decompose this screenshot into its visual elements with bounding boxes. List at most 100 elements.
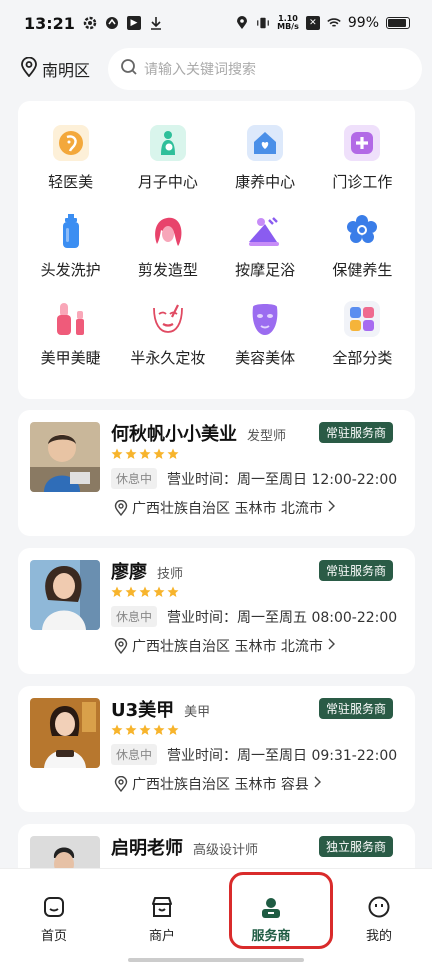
category-hair-wash[interactable]: 头发洗护	[22, 213, 119, 289]
search-input[interactable]: 请输入关键词搜索	[108, 48, 422, 90]
nav-home[interactable]: 首页	[24, 895, 84, 944]
category-label: 门诊工作	[332, 173, 393, 191]
category-hair-styling[interactable]: 剪发造型	[119, 213, 216, 289]
category-beauty-body[interactable]: 美容美体	[217, 301, 314, 377]
play-store-icon: ▶	[126, 16, 141, 30]
resident-provider-badge: 常驻服务商	[318, 560, 393, 581]
status-left: 13:21 ▶	[24, 14, 163, 33]
massage-icon	[247, 213, 283, 249]
chevron-right-icon	[327, 638, 335, 654]
category-grid: 轻医美 月子中心 康养中心 门诊工作 头发洗护 剪发造型 按摩足浴 保健养生 美…	[18, 101, 415, 377]
star-icon	[139, 586, 151, 597]
chevron-right-icon	[327, 500, 335, 516]
category-permanent-makeup[interactable]: 半永久定妆	[119, 301, 216, 377]
search-row: 南明区 请输入关键词搜索	[0, 46, 432, 92]
shampoo-bottle-icon	[53, 213, 89, 249]
network-speed: 1.10 MB/s	[277, 14, 299, 31]
category-label: 轻医美	[48, 173, 94, 191]
battery-icon	[386, 17, 410, 29]
category-wellness-center[interactable]: 康养中心	[217, 125, 314, 201]
business-hours: 营业时间：周一至周五 08:00-22:00	[167, 609, 398, 626]
download-icon	[149, 16, 163, 30]
nav-mine[interactable]: 我的	[349, 895, 409, 944]
shop-card[interactable]: 廖廖 技师 常驻服务商 休息中 营业时间：周一至周五 08:00-22:00 广…	[18, 548, 415, 674]
star-icon	[167, 586, 179, 597]
shop-role: 美甲	[184, 705, 211, 720]
gear-icon	[83, 16, 97, 30]
category-grid-card: 轻医美 月子中心 康养中心 门诊工作 头发洗护 剪发造型 按摩足浴 保健养生 美…	[18, 101, 415, 399]
shop-status-row: 休息中 营业时间：周一至周五 08:00-22:00	[111, 606, 397, 627]
shop-role: 高级设计师	[193, 843, 259, 858]
category-massage-foot-bath[interactable]: 按摩足浴	[217, 213, 314, 289]
address-text: 广西壮族自治区 玉林市 北流市	[132, 639, 323, 655]
star-icon	[111, 448, 123, 459]
shop-role: 发型师	[247, 429, 287, 444]
rating-stars	[111, 586, 179, 598]
sim-x-icon: ✕	[305, 16, 320, 30]
shop-role: 技师	[157, 567, 184, 582]
category-light-medical-beauty[interactable]: 轻医美	[22, 125, 119, 201]
shop-name: 启明老师	[111, 838, 183, 859]
category-label: 美容美体	[235, 349, 296, 367]
category-label: 按摩足浴	[235, 261, 296, 279]
rating-stars	[111, 724, 179, 736]
status-bar: 13:21 ▶ 1.10 MB/s ✕ 99%	[0, 0, 432, 46]
location-pin-icon	[20, 56, 38, 81]
shop-card[interactable]: U3美甲 美甲 常驻服务商 休息中 营业时间：周一至周日 09:31-22:00…	[18, 686, 415, 812]
all-categories-icon	[344, 301, 381, 337]
shop-name: 何秋帆小小美业	[111, 424, 237, 445]
nav-provider[interactable]: 服务商	[241, 895, 301, 944]
shop-title-row: U3美甲 美甲	[111, 696, 210, 722]
category-label: 美甲美睫	[40, 349, 101, 367]
location-selector[interactable]: 南明区	[20, 56, 108, 81]
shop-address[interactable]: 广西壮族自治区 玉林市 容县	[114, 774, 321, 794]
category-nail-lash[interactable]: 美甲美睫	[22, 301, 119, 377]
bottom-nav: 首页 商户 服务商 我的	[0, 868, 432, 964]
rest-status-tag: 休息中	[111, 468, 158, 489]
store-icon	[152, 897, 172, 917]
nav-label: 首页	[40, 929, 67, 944]
category-confinement-center[interactable]: 月子中心	[119, 125, 216, 201]
star-icon	[153, 586, 165, 597]
nav-label: 服务商	[251, 929, 291, 944]
category-health-care[interactable]: 保健养生	[314, 213, 411, 289]
face-mask-icon	[247, 301, 283, 337]
chevron-right-icon	[313, 776, 321, 792]
vibrate-icon	[256, 16, 270, 30]
independent-provider-badge: 独立服务商	[318, 836, 393, 857]
permanent-makeup-icon	[150, 301, 186, 337]
search-icon	[120, 58, 138, 80]
shop-status-row: 休息中 营业时间：周一至周日 09:31-22:00	[111, 744, 397, 765]
category-clinic-work[interactable]: 门诊工作	[314, 125, 411, 201]
light-medical-beauty-icon	[52, 125, 89, 161]
star-icon	[111, 586, 123, 597]
home-indicator[interactable]	[128, 958, 304, 962]
star-icon	[125, 724, 137, 735]
nav-merchant[interactable]: 商户	[132, 895, 192, 944]
category-label: 康养中心	[235, 173, 296, 191]
category-label: 剪发造型	[137, 261, 198, 279]
clinic-cross-icon	[344, 125, 381, 161]
wellness-house-icon	[247, 125, 284, 161]
shop-card[interactable]: 何秋帆小小美业 发型师 常驻服务商 休息中 营业时间：周一至周日 12:00-2…	[18, 410, 415, 536]
provider-person-icon	[262, 898, 280, 918]
category-label: 保健养生	[332, 261, 393, 279]
location-pin-icon	[235, 16, 249, 30]
shop-photo	[30, 422, 100, 492]
resident-provider-badge: 常驻服务商	[318, 422, 393, 443]
resident-provider-badge: 常驻服务商	[318, 698, 393, 719]
shop-address[interactable]: 广西壮族自治区 玉林市 北流市	[114, 498, 335, 518]
rest-status-tag: 休息中	[111, 606, 158, 627]
star-icon	[153, 448, 165, 459]
status-right: 1.10 MB/s ✕ 99%	[235, 15, 410, 31]
rest-status-tag: 休息中	[111, 744, 158, 765]
confinement-center-icon	[149, 125, 186, 161]
star-icon	[167, 724, 179, 735]
shop-address[interactable]: 广西壮族自治区 玉林市 北流市	[114, 636, 335, 656]
shop-photo	[30, 560, 100, 630]
location-pin-icon	[114, 776, 128, 792]
shop-photo	[30, 698, 100, 768]
business-hours: 营业时间：周一至周日 09:31-22:00	[167, 747, 398, 764]
star-icon	[139, 724, 151, 735]
category-all[interactable]: 全部分类	[314, 301, 411, 377]
